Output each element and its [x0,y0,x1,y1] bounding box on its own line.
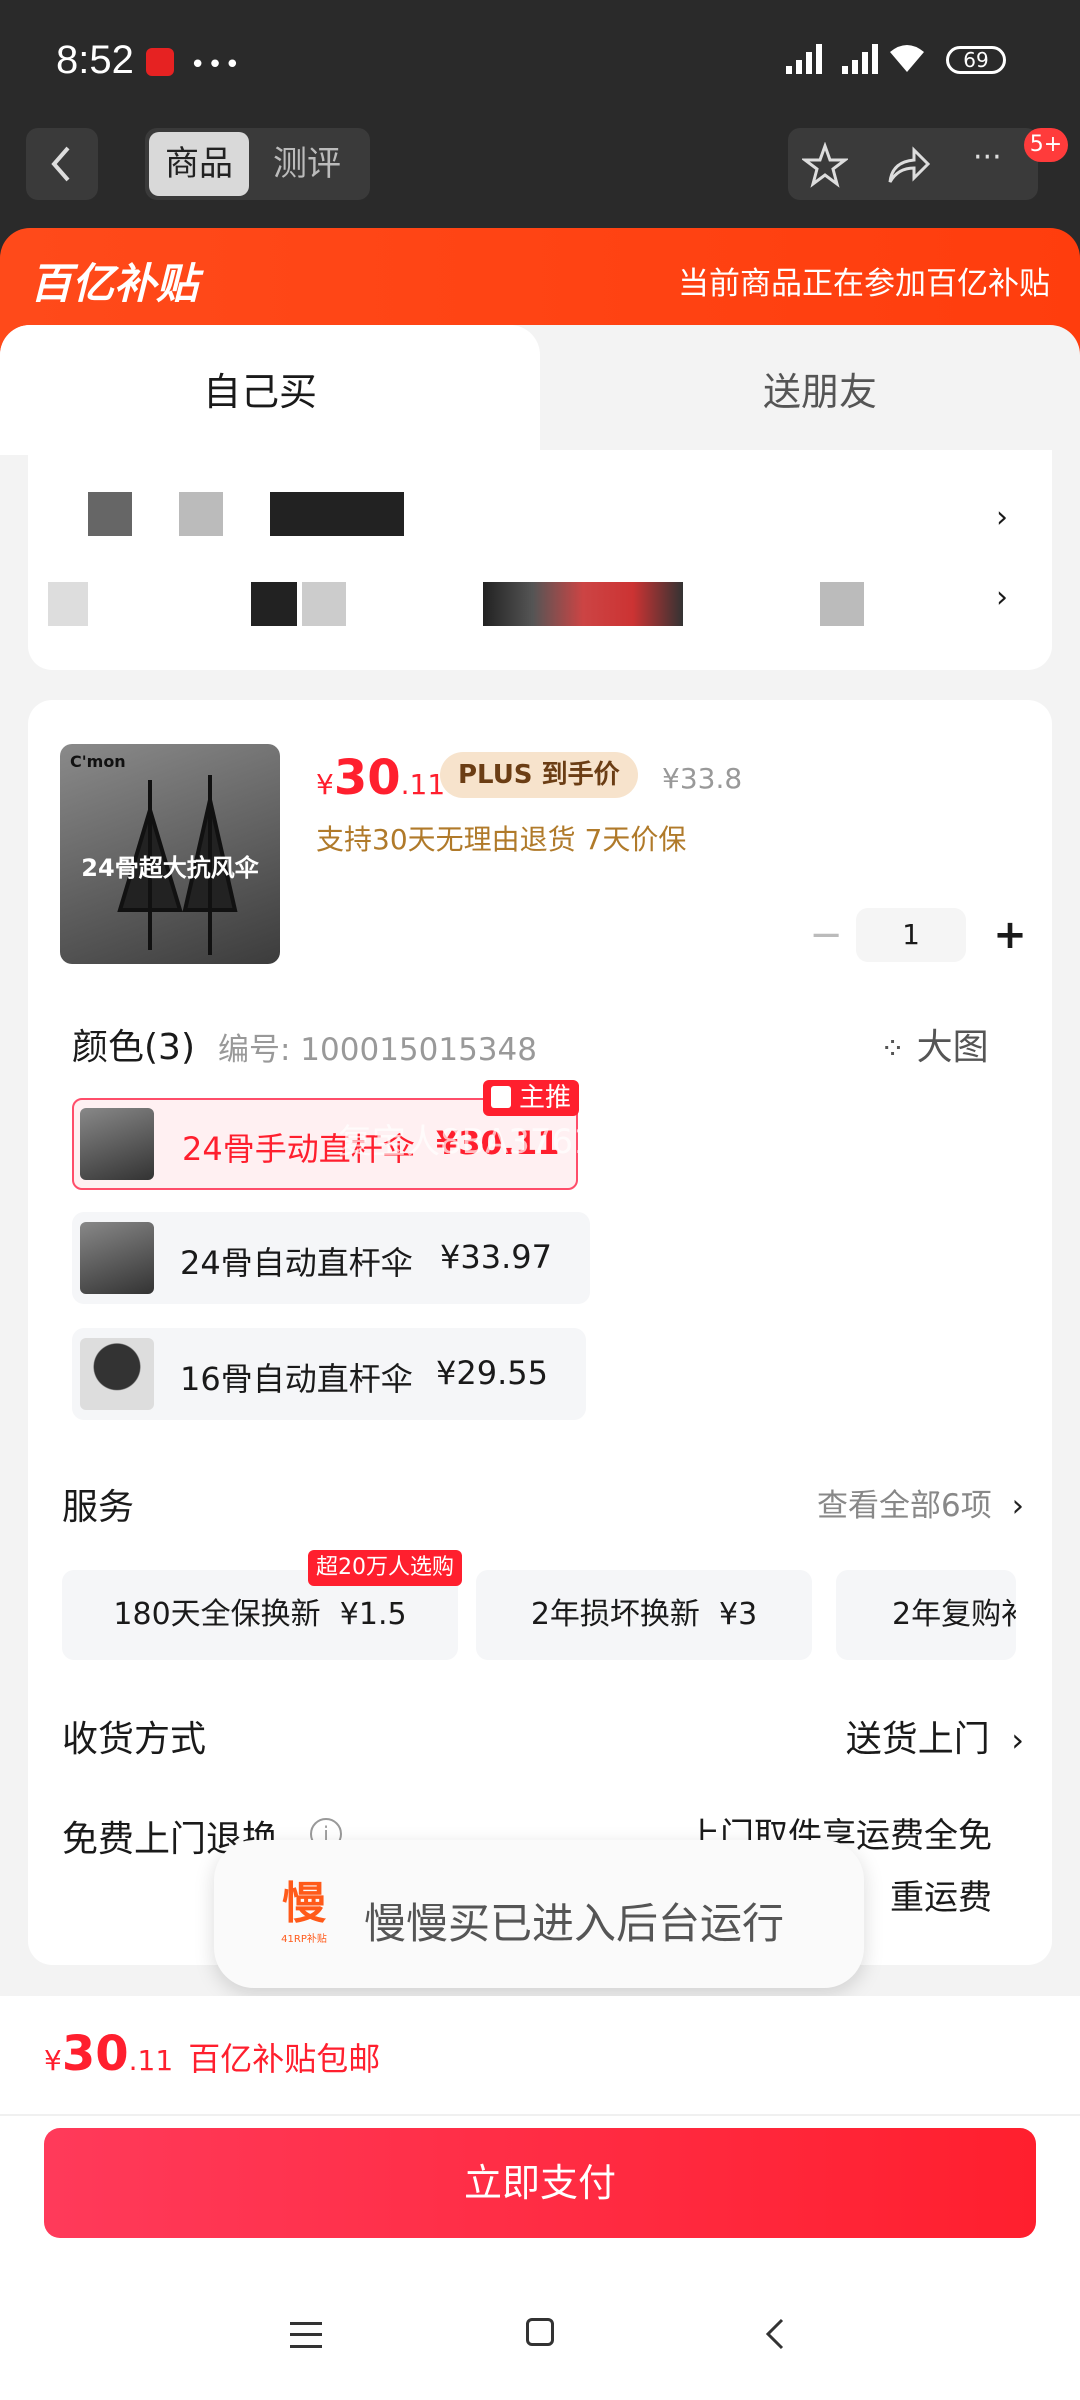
quantity-stepper: − 1 + [798,906,1042,964]
service-title: 服务 [62,1487,135,1528]
tab-review[interactable]: 测评 [257,132,357,196]
subsidy-notice: 当前商品正在参加百亿补贴 [678,266,1050,302]
status-time: 8:52 [56,38,134,82]
view-all-services-link[interactable]: 查看全部6项 › [817,1480,1024,1525]
menu-icon[interactable] [290,2322,322,2348]
app-icon-subtext: 41RP补贴 [281,1934,327,1945]
bottom-bar: ¥30.11 百亿补贴包邮 立即支付 [0,1996,1080,2400]
battery-icon: 69 [946,46,1006,74]
service-label: 2年复购补 [892,1597,1016,1632]
app-icon-glyph: 慢 [282,1878,326,1929]
option-name: 16骨自动直杆伞 [180,1360,413,1398]
address-line-1 [68,492,405,536]
option-thumbnail [80,1338,154,1410]
price-symbol: ¥ [316,768,334,801]
wifi-icon [888,42,926,74]
delivery-title: 收货方式 [62,1719,207,1760]
chevron-right-icon: › [1011,1488,1024,1524]
more-notifications-icon: ••• [190,50,243,80]
bottom-price-symbol: ¥ [44,2044,62,2077]
original-price: ¥33.8 [662,762,743,795]
tab-gift[interactable]: 送朋友 [560,325,1080,445]
recommend-badge: 主推 [483,1080,580,1116]
hot-badge: 超20万人选购 [308,1550,462,1586]
guarantee-text: 支持30天无理由退货 7天价保 [316,823,687,856]
chevron-right-icon: › [996,580,1008,615]
service-item-2[interactable]: 2年损坏换新 ¥3 [476,1570,812,1660]
notification-badge: 5+ [1024,128,1068,162]
color-title: 颜色(3) [72,1027,195,1068]
share-icon[interactable] [884,142,930,188]
action-group: ··· [788,128,1038,200]
option-price: ¥29.55 [436,1354,548,1392]
option-thumbnail [80,1108,154,1180]
option-price: ¥33.97 [440,1238,552,1276]
app-icon: 慢 41RP补贴 [274,1878,334,1948]
status-bar: 8:52 ••• 69 [0,0,1080,120]
return-line-2: 重运费 [890,1878,992,1918]
toast-message: 慢慢买已进入后台运行 [364,1899,785,1948]
grid-icon: ⁘ [880,1032,906,1067]
view-all-label: 查看全部6项 [817,1488,992,1524]
price: ¥30.11 [316,750,445,806]
thumbs-up-icon [491,1086,511,1108]
subsidy-logo: 百亿补贴 [30,259,199,308]
free-shipping-note: 百亿补贴包邮 [188,2040,381,2078]
back-nav-icon[interactable] [760,2314,790,2354]
home-icon[interactable] [526,2318,554,2346]
product-image-caption: 24骨超大抗风伞 [81,854,259,882]
big-image-label: 大图 [916,1027,989,1068]
chevron-right-icon: › [996,500,1008,535]
star-icon[interactable] [802,142,848,188]
nav-tab-group: 商品 测评 [145,128,370,200]
service-price: ¥1.5 [339,1597,407,1632]
service-price: ¥3 [718,1597,758,1632]
more-icon[interactable]: ··· [973,140,1002,175]
app-notification-icon [146,48,174,76]
bottom-price-integer: 30 [61,2026,129,2082]
toast: 慢 41RP补贴 慢慢买已进入后台运行 [214,1840,864,1988]
quantity-value[interactable]: 1 [856,908,966,962]
service-label: 2年损坏换新 [530,1597,700,1632]
tab-self-buy-label: 自己买 [202,370,317,414]
price-decimal: .11 [400,768,446,801]
recommend-badge-label: 主推 [519,1083,572,1113]
product-card: C'mon 24骨超大抗风伞 ¥30.11 PLUS 到手价 ¥33.8 支持3… [28,700,1052,1965]
tab-product[interactable]: 商品 [149,132,249,196]
battery-level: 69 [963,48,989,72]
back-button[interactable] [26,128,98,200]
quantity-plus-button[interactable]: + [982,906,1038,964]
bottom-price-decimal: .11 [128,2044,174,2077]
pay-button[interactable]: 立即支付 [44,2128,1036,2238]
color-option-2[interactable]: 24骨自动直杆伞 ¥33.97 [72,1212,590,1304]
quantity-minus-button[interactable]: − [798,906,854,964]
price-integer: 30 [333,750,401,806]
signal-icon [780,40,900,76]
color-option-3[interactable]: 16骨自动直杆伞 ¥29.55 [72,1328,586,1420]
tab-self-buy[interactable]: 自己买 [0,325,540,455]
top-nav: 商品 测评 ··· 5+ [0,120,1080,312]
option-name: 24骨自动直杆伞 [180,1244,413,1282]
plus-price-badge: PLUS 到手价 [440,752,638,798]
option-thumbnail [80,1222,154,1294]
brand-logo: C'mon [70,752,126,771]
divider [0,2114,1080,2116]
bottom-price: ¥30.11 百亿补贴包邮 [44,2026,380,2082]
service-label: 180天全保换新 [113,1597,321,1632]
tab-gift-label: 送朋友 [762,370,877,414]
address-card[interactable]: › › [28,450,1052,670]
big-image-button[interactable]: ⁘ 大图 [880,1018,989,1070]
product-image: C'mon 24骨超大抗风伞 [60,744,280,964]
option-price: ¥30.11 [436,1124,560,1162]
sku-number: 编号: 100015015348 [218,1032,537,1068]
chevron-right-icon: › [1011,1721,1024,1759]
option-name: 24骨手动直杆伞 [182,1130,415,1168]
address-line-2 [48,582,865,626]
delivery-method[interactable]: 送货上门 › [846,1710,1024,1762]
service-item-3[interactable]: 2年复购补 [836,1570,1016,1660]
delivery-value: 送货上门 [845,1719,990,1760]
